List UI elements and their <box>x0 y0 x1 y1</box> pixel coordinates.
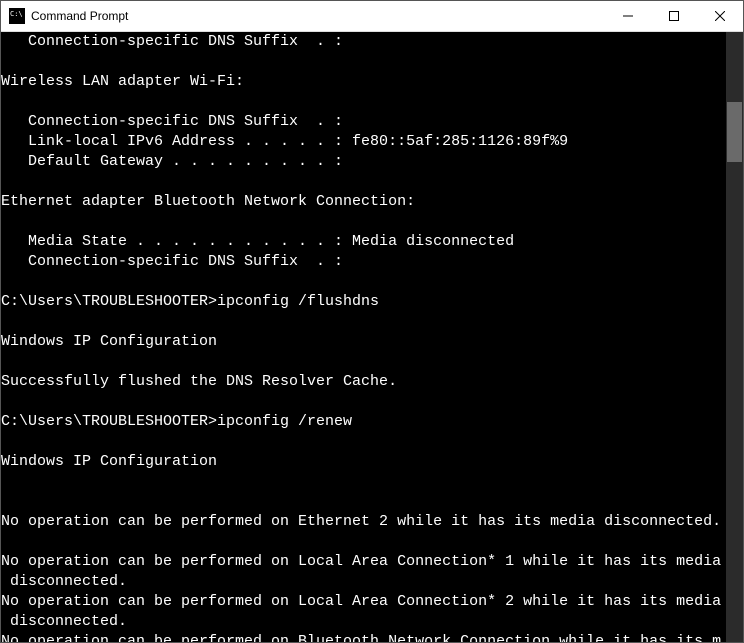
terminal-line <box>1 492 726 512</box>
terminal-line <box>1 272 726 292</box>
terminal-line: Connection-specific DNS Suffix . : <box>1 112 726 132</box>
terminal-line: Windows IP Configuration <box>1 332 726 352</box>
cmd-icon <box>9 8 25 24</box>
terminal-line <box>1 212 726 232</box>
terminal-line: No operation can be performed on Local A… <box>1 552 726 572</box>
window-title: Command Prompt <box>31 9 605 23</box>
terminal-line <box>1 312 726 332</box>
terminal-line <box>1 472 726 492</box>
terminal-line: Windows IP Configuration <box>1 452 726 472</box>
terminal-line <box>1 432 726 452</box>
terminal-line: Connection-specific DNS Suffix . : <box>1 252 726 272</box>
terminal-line: No operation can be performed on Etherne… <box>1 512 726 532</box>
scrollbar-thumb[interactable] <box>727 102 742 162</box>
terminal-line: No operation can be performed on Bluetoo… <box>1 632 726 642</box>
terminal-area: Connection-specific DNS Suffix . : Wirele… <box>1 32 743 642</box>
terminal-line <box>1 392 726 412</box>
window-controls <box>605 1 743 31</box>
terminal-output[interactable]: Connection-specific DNS Suffix . : Wirele… <box>1 32 726 642</box>
terminal-line: No operation can be performed on Local A… <box>1 592 726 612</box>
terminal-line: C:\Users\TROUBLESHOOTER>ipconfig /flushd… <box>1 292 726 312</box>
terminal-line <box>1 352 726 372</box>
terminal-line: Connection-specific DNS Suffix . : <box>1 32 726 52</box>
terminal-line: Ethernet adapter Bluetooth Network Conne… <box>1 192 726 212</box>
terminal-line: Wireless LAN adapter Wi-Fi: <box>1 72 726 92</box>
terminal-line <box>1 532 726 552</box>
vertical-scrollbar[interactable] <box>726 32 743 642</box>
terminal-line: disconnected. <box>1 572 726 592</box>
terminal-line <box>1 52 726 72</box>
terminal-line: Default Gateway . . . . . . . . . : <box>1 152 726 172</box>
close-button[interactable] <box>697 1 743 31</box>
terminal-line: Successfully flushed the DNS Resolver Ca… <box>1 372 726 392</box>
maximize-button[interactable] <box>651 1 697 31</box>
minimize-button[interactable] <box>605 1 651 31</box>
terminal-line: Link-local IPv6 Address . . . . . : fe80… <box>1 132 726 152</box>
terminal-line <box>1 92 726 112</box>
terminal-line: C:\Users\TROUBLESHOOTER>ipconfig /renew <box>1 412 726 432</box>
terminal-line: disconnected. <box>1 612 726 632</box>
terminal-line: Media State . . . . . . . . . . . : Medi… <box>1 232 726 252</box>
titlebar: Command Prompt <box>1 1 743 32</box>
terminal-line <box>1 172 726 192</box>
